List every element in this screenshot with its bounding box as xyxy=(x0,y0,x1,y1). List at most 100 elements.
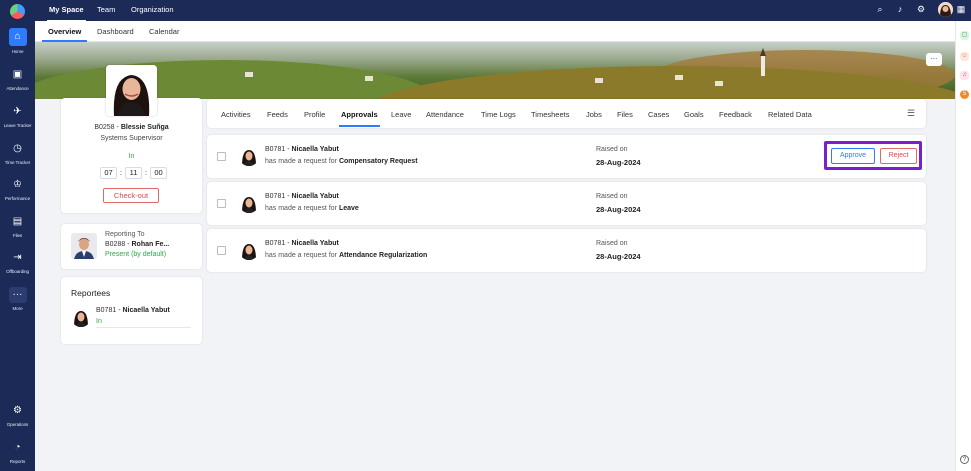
user-avatar[interactable] xyxy=(938,2,953,17)
reporting-to-card: Reporting To B0288 - Rohan Fe... Present… xyxy=(61,224,202,269)
row-checkbox[interactable] xyxy=(217,199,226,208)
approve-button[interactable]: Approve xyxy=(831,148,875,164)
requester-avatar xyxy=(239,146,259,166)
tab-calendar[interactable]: Calendar xyxy=(149,27,179,36)
tab-organization[interactable]: Organization xyxy=(131,5,174,14)
request-row[interactable]: B0781 - Nicaella Yabut has made a reques… xyxy=(207,135,926,178)
bell-icon[interactable]: ♪ xyxy=(894,4,906,14)
home-icon: ⌂ xyxy=(8,28,27,46)
help-icon[interactable]: ? xyxy=(960,455,969,464)
nav-item-operations[interactable]: ⚙ Operations xyxy=(0,403,35,427)
sub-nav: Overview Dashboard Calendar xyxy=(35,21,955,42)
tab-overview[interactable]: Overview xyxy=(41,27,88,42)
request-row[interactable]: B0781 - Nicaella Yabut has made a reques… xyxy=(207,182,926,225)
tab-feedback[interactable]: Feedback xyxy=(719,110,752,119)
chat-icon[interactable]: ▢ xyxy=(960,31,969,40)
tab-feeds[interactable]: Feeds xyxy=(267,110,288,119)
tab-timesheets[interactable]: Timesheets xyxy=(531,110,570,119)
raised-on-label: Raised on xyxy=(596,240,628,247)
stopwatch-icon: ◷ xyxy=(13,143,22,154)
request-description: has made a request for Compensatory Requ… xyxy=(265,158,418,165)
tab-activities[interactable]: Activities xyxy=(221,110,251,119)
nav-item-attendance[interactable]: ▣ Attendance xyxy=(0,67,35,91)
tab-goals[interactable]: Goals xyxy=(684,110,704,119)
reportees-card: Reportees B0781 - Nicaella Yabut In xyxy=(61,277,202,344)
badge-icon[interactable]: 5 xyxy=(960,90,969,99)
reporting-to-label: Reporting To xyxy=(105,231,145,238)
manager-avatar[interactable] xyxy=(71,233,97,259)
profile-status: In xyxy=(128,153,135,160)
reportee-avatar[interactable] xyxy=(71,307,91,327)
tab-profile[interactable]: Profile xyxy=(304,110,325,119)
reportee-status: In xyxy=(96,318,191,328)
nav-item-more[interactable]: ··· More xyxy=(0,287,35,311)
request-row[interactable]: B0781 - Nicaella Yabut has made a reques… xyxy=(207,229,926,272)
timer-hours: 07 xyxy=(100,167,117,179)
raised-on-date: 28-Aug-2024 xyxy=(596,158,641,167)
settings-icon[interactable]: ⚙ xyxy=(915,4,927,15)
requester-avatar xyxy=(239,240,259,260)
tab-files[interactable]: Files xyxy=(617,110,633,119)
nav-item-offboarding[interactable]: ⇥ Offboarding xyxy=(0,250,35,274)
nav-item-reports[interactable]: ◔ Reports xyxy=(0,440,35,464)
trophy-icon: ♔ xyxy=(13,179,22,190)
tab-approvals[interactable]: Approvals xyxy=(339,110,380,127)
row-checkbox[interactable] xyxy=(217,152,226,161)
tab-cases[interactable]: Cases xyxy=(648,110,669,119)
church-tower xyxy=(760,48,766,76)
cover-banner xyxy=(35,42,955,99)
profile-id-name: B0258 - Blessie Suñga xyxy=(94,124,169,131)
banner-more-button[interactable]: ... xyxy=(926,53,942,66)
filter-settings-icon[interactable]: ☰ xyxy=(907,108,915,119)
reject-button[interactable]: Reject xyxy=(880,148,917,164)
left-nav: ⌂ Home ▣ Attendance ✈ Leave Tracker ◷ Ti… xyxy=(0,0,35,471)
requester-id-name[interactable]: B0781 - Nicaella Yabut xyxy=(265,146,339,153)
gear-icon: ⚙ xyxy=(13,405,22,416)
folder-icon: ▤ xyxy=(12,216,23,227)
manager-status: Present (by default) xyxy=(105,251,167,258)
check-in-timer: 07 : 11 : 00 xyxy=(100,167,167,179)
tab-my-space[interactable]: My Space xyxy=(47,5,86,22)
nav-item-performance[interactable]: ♔ Performance xyxy=(0,177,35,201)
chart-icon: ◔ xyxy=(14,442,21,453)
request-description: has made a request for Attendance Regula… xyxy=(265,252,428,259)
tab-dashboard[interactable]: Dashboard xyxy=(97,27,134,36)
manager-id-name[interactable]: B0288 - Rohan Fe... xyxy=(105,241,169,248)
raised-on-date: 28-Aug-2024 xyxy=(596,252,641,261)
calendar-icon: ▣ xyxy=(12,69,23,80)
leave-icon: ✈ xyxy=(13,106,22,117)
tab-attendance[interactable]: Attendance xyxy=(426,110,464,119)
row-checkbox[interactable] xyxy=(217,246,226,255)
reportees-title: Reportees xyxy=(71,288,111,298)
right-rail: ▢ ☺ ♫ 5 xyxy=(955,21,971,471)
raised-on-date: 28-Aug-2024 xyxy=(596,205,641,214)
apps-grid-icon[interactable]: ▦ xyxy=(955,4,967,15)
notification-icon[interactable]: ♫ xyxy=(960,71,969,80)
search-icon[interactable]: ⌕ xyxy=(874,4,886,15)
tab-leave[interactable]: Leave xyxy=(391,110,411,119)
profile-tabs: Activities Feeds Profile Approvals Leave… xyxy=(207,99,926,128)
people-icon[interactable]: ☺ xyxy=(960,52,969,61)
requester-id-name[interactable]: B0781 - Nicaella Yabut xyxy=(265,193,339,200)
app-logo-icon[interactable] xyxy=(10,4,25,19)
tab-time-logs[interactable]: Time Logs xyxy=(481,110,516,119)
requester-avatar xyxy=(239,193,259,213)
tab-jobs[interactable]: Jobs xyxy=(586,110,602,119)
requester-id-name[interactable]: B0781 - Nicaella Yabut xyxy=(265,240,339,247)
top-bar: My Space Team Organization ⌕ ♪ ⚙ ▦ xyxy=(35,0,971,22)
nav-item-time-tracker[interactable]: ◷ Time Tracker xyxy=(0,141,35,165)
nav-item-home[interactable]: ⌂ Home xyxy=(0,28,35,54)
check-out-button[interactable]: Check-out xyxy=(103,188,159,203)
timer-minutes: 11 xyxy=(125,167,142,179)
tab-team[interactable]: Team xyxy=(97,5,115,14)
raised-on-label: Raised on xyxy=(596,193,628,200)
raised-on-label: Raised on xyxy=(596,146,628,153)
nav-item-leave-tracker[interactable]: ✈ Leave Tracker xyxy=(0,104,35,128)
profile-photo[interactable] xyxy=(106,65,157,116)
reportee-id-name[interactable]: B0781 - Nicaella Yabut xyxy=(96,307,170,314)
nav-item-files[interactable]: ▤ Files xyxy=(0,214,35,238)
timer-seconds: 00 xyxy=(150,167,167,179)
profile-title: Systems Supervisor xyxy=(100,135,163,142)
tab-related-data[interactable]: Related Data xyxy=(768,110,812,119)
exit-icon: ⇥ xyxy=(13,252,22,263)
